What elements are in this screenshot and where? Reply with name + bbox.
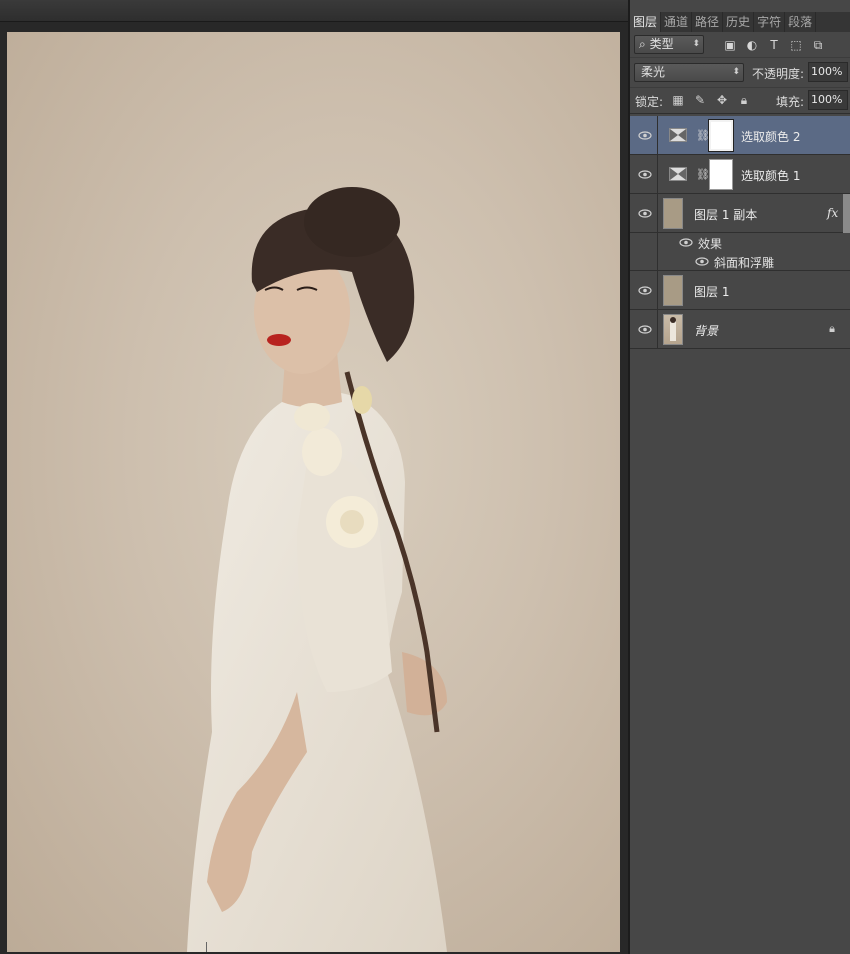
photo-illustration [187, 187, 447, 952]
layers-panel: 图层 通道 路径 历史 字符 段落 ⌕ 类型 ⬍ ▣ ◐ T ⬚ ⧉ 柔光 ⬍ … [630, 0, 850, 954]
blend-row: 柔光 ⬍ 不透明度: 100% [630, 58, 850, 88]
layer-row-layer-1[interactable]: 图层 1 [630, 271, 850, 310]
layer-mask-thumbnail[interactable] [709, 159, 733, 190]
search-icon: ⌕ [639, 37, 646, 51]
adjustment-filter-icon[interactable]: ◐ [744, 37, 760, 53]
fill-input[interactable]: 100% [808, 90, 848, 110]
visibility-toggle[interactable] [630, 233, 658, 252]
layer-list: ⛓ 选取颜色 2 ⛓ 选取颜色 1 图层 1 副本 fx 效果 斜面和浮雕 图层… [630, 116, 850, 349]
layer-thumbnail[interactable] [663, 275, 683, 306]
tab-history[interactable]: 历史 [723, 12, 755, 32]
document-canvas-area[interactable] [0, 22, 628, 954]
visibility-toggle[interactable] [630, 194, 658, 232]
lock-row: 锁定: ▦ ✎ ✥ 🔒︎ 填充: 100% [630, 88, 850, 114]
tab-character[interactable]: 字符 [754, 12, 786, 32]
eye-icon [638, 286, 652, 295]
image-filter-icon[interactable]: ▣ [722, 37, 738, 53]
tab-layers[interactable]: 图层 [630, 12, 662, 32]
visibility-toggle[interactable] [630, 252, 658, 270]
layer-mask-thumbnail[interactable] [708, 119, 734, 152]
resize-grip[interactable] [206, 942, 212, 952]
lock-icon: 🔒︎ [829, 322, 835, 335]
link-chain-icon[interactable]: ⛓ [696, 167, 710, 182]
layer-list-empty-area[interactable] [630, 351, 850, 954]
visibility-toggle[interactable] [630, 310, 658, 348]
tab-channels[interactable]: 通道 [661, 12, 693, 32]
visibility-toggle[interactable] [630, 271, 658, 309]
layer-row-selective-color-2[interactable]: ⛓ 选取颜色 2 [630, 116, 850, 155]
layer-thumbnail[interactable] [663, 198, 683, 229]
eye-icon [638, 131, 652, 140]
layer-name[interactable]: 选取颜色 1 [741, 167, 800, 184]
fx-expand-handle[interactable] [843, 194, 850, 233]
lock-label: 锁定: [635, 95, 664, 109]
shape-filter-icon[interactable]: ⬚ [788, 37, 804, 53]
layer-row-layer-1-copy[interactable]: 图层 1 副本 fx [630, 194, 850, 233]
link-chain-icon[interactable]: ⛓ [696, 128, 710, 143]
type-filter-icon[interactable]: T [766, 37, 782, 53]
effects-label: 效果 [698, 237, 723, 251]
selective-color-adjustment-icon [669, 167, 687, 181]
panel-tabs: 图层 通道 路径 历史 字符 段落 [630, 12, 850, 32]
lock-position-icon[interactable]: ✥ [714, 92, 730, 108]
select-arrows-icon: ⬍ [732, 67, 740, 77]
opacity-label: 不透明度: [752, 67, 805, 81]
layer-name[interactable]: 选取颜色 2 [741, 128, 800, 145]
layer-row-background[interactable]: 背景 🔒︎ [630, 310, 850, 349]
eye-icon [638, 325, 652, 334]
effect-row-bevel-emboss[interactable]: 斜面和浮雕 [630, 252, 850, 271]
background-thumbnail[interactable] [663, 314, 683, 345]
photoshop-window: 图层 通道 路径 历史 字符 段落 ⌕ 类型 ⬍ ▣ ◐ T ⬚ ⧉ 柔光 ⬍ … [0, 0, 850, 954]
blend-mode-value: 柔光 [641, 65, 666, 79]
tab-paths[interactable]: 路径 [692, 12, 724, 32]
effects-header-row[interactable]: 效果 [630, 233, 850, 252]
lock-all-icon[interactable]: 🔒︎ [736, 92, 752, 108]
layer-row-selective-color-1[interactable]: ⛓ 选取颜色 1 [630, 155, 850, 194]
layer-name[interactable]: 图层 1 副本 [694, 206, 757, 223]
layer-name[interactable]: 图层 1 [694, 283, 729, 300]
eye-icon [638, 209, 652, 218]
kind-filter-label: 类型 [649, 37, 674, 51]
visibility-toggle[interactable] [630, 155, 658, 193]
eye-icon [638, 170, 652, 179]
fx-icon[interactable]: fx [827, 206, 838, 220]
smart-object-filter-icon[interactable]: ⧉ [810, 37, 826, 53]
selective-color-adjustment-icon [669, 128, 687, 142]
eye-icon[interactable] [679, 238, 693, 247]
layer-name[interactable]: 背景 [694, 322, 718, 339]
kind-filter-select[interactable]: ⌕ 类型 ⬍ [634, 35, 704, 54]
tab-paragraph[interactable]: 段落 [785, 12, 817, 32]
visibility-toggle[interactable] [630, 116, 658, 154]
opacity-input[interactable]: 100% [808, 62, 848, 82]
lock-brush-icon[interactable]: ✎ [692, 92, 708, 108]
layer-filter-row: ⌕ 类型 ⬍ ▣ ◐ T ⬚ ⧉ [630, 32, 850, 58]
document-photo[interactable] [7, 32, 620, 952]
fill-label: 填充: [776, 95, 805, 109]
effect-label: 斜面和浮雕 [714, 256, 775, 270]
eye-icon[interactable] [695, 257, 709, 266]
blend-mode-select[interactable]: 柔光 ⬍ [634, 63, 744, 82]
select-arrows-icon: ⬍ [692, 39, 700, 49]
lock-transparency-icon[interactable]: ▦ [670, 92, 686, 108]
